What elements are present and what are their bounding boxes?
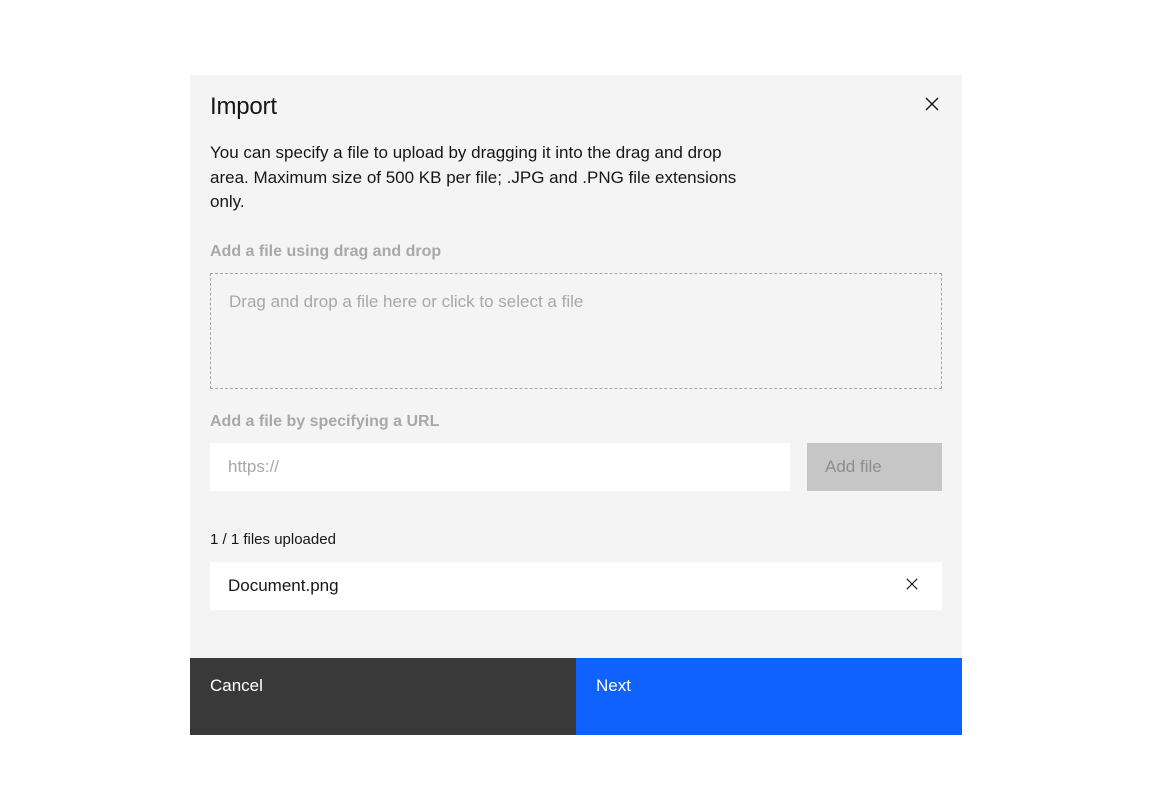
- uploaded-file-name: Document.png: [228, 576, 339, 596]
- upload-status-text: 1 / 1 files uploaded: [210, 531, 942, 548]
- dropzone-instruction: Drag and drop a file here or click to se…: [229, 292, 923, 312]
- modal-footer: Cancel Next: [190, 658, 962, 735]
- url-section-label: Add a file by specifying a URL: [210, 413, 942, 431]
- drag-drop-section-label: Add a file using drag and drop: [210, 243, 942, 261]
- remove-file-button[interactable]: [896, 570, 928, 602]
- import-modal: Import You can specify a file to upload …: [190, 75, 962, 735]
- modal-title: Import: [210, 93, 942, 121]
- uploaded-file-item: Document.png: [210, 562, 942, 610]
- add-file-button[interactable]: Add file: [807, 443, 942, 491]
- modal-body: Import You can specify a file to upload …: [190, 75, 962, 658]
- next-button[interactable]: Next: [576, 658, 962, 735]
- modal-description: You can specify a file to upload by drag…: [210, 141, 750, 215]
- file-url-input[interactable]: [210, 443, 790, 491]
- file-dropzone[interactable]: Drag and drop a file here or click to se…: [210, 273, 942, 389]
- close-button[interactable]: [916, 89, 948, 121]
- close-icon: [905, 577, 919, 594]
- close-icon: [924, 96, 940, 115]
- cancel-button[interactable]: Cancel: [190, 658, 576, 735]
- url-input-row: Add file: [210, 443, 942, 491]
